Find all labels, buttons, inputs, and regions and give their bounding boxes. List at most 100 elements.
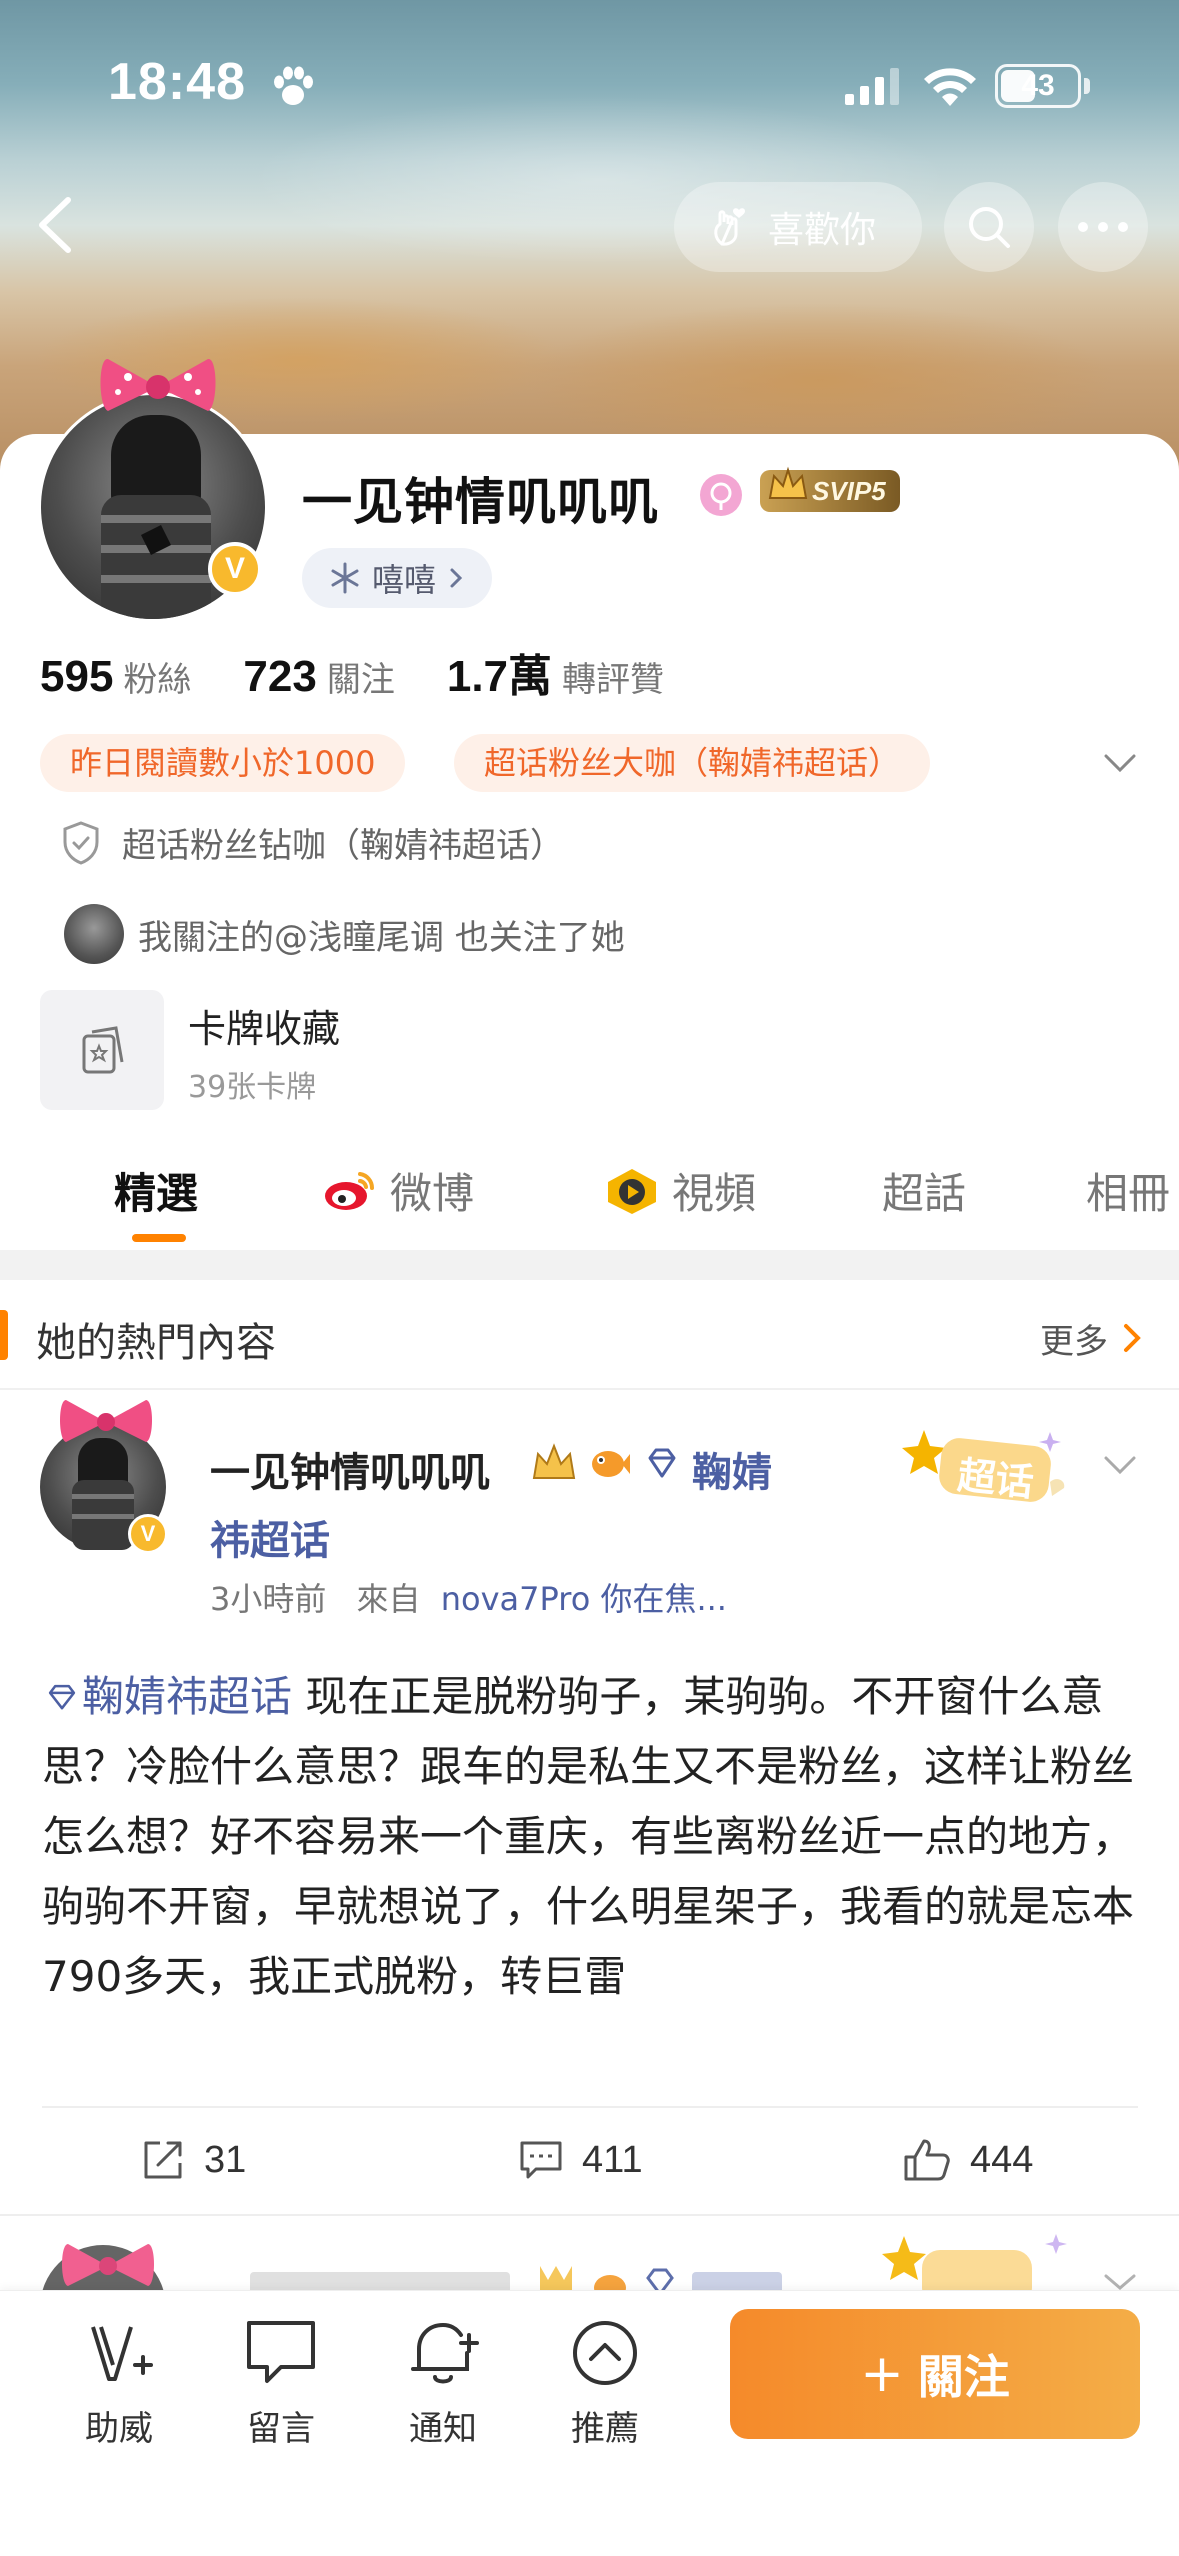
card-icon xyxy=(82,1026,124,1074)
chevron-right-icon[interactable] xyxy=(1120,1320,1144,1356)
profile-tag[interactable]: 嘻嘻 xyxy=(302,548,493,608)
like-count: 444 xyxy=(970,2138,1034,2181)
bell-icon xyxy=(411,2322,479,2384)
notify-button[interactable]: 通知 xyxy=(388,2313,498,2450)
member-badge-icon[interactable] xyxy=(700,474,742,516)
chevron-right-icon xyxy=(450,568,463,588)
bow-icon xyxy=(60,1400,152,1442)
tab-album[interactable]: 相冊 xyxy=(1086,1160,1170,1221)
follow-button[interactable]: + 關注 xyxy=(730,2309,1140,2439)
tab-featured-label: 精選 xyxy=(114,1169,199,1218)
post-actions: 31 411 444 xyxy=(0,2120,1179,2200)
post-body-topic[interactable]: 鞠婧祎超话 xyxy=(82,1672,292,1721)
mutual-follow-text: 我關注的@浅瞳尾调 也关注了她 xyxy=(138,917,625,958)
more-link[interactable]: 更多 xyxy=(1040,1314,1108,1363)
recommend-button[interactable]: 推薦 xyxy=(550,2313,660,2450)
like-you-label: 喜歡你 xyxy=(768,210,877,251)
section-divider xyxy=(0,1250,1179,1280)
divider xyxy=(42,2106,1138,2108)
post-time: 3小時前 xyxy=(210,1580,327,1618)
interactions-label[interactable]: 轉評贊 xyxy=(562,652,664,701)
post-topic-link-continued[interactable]: 祎超话 xyxy=(210,1508,330,1566)
battery-nub xyxy=(1084,78,1090,94)
wifi-icon xyxy=(924,68,976,106)
post-author-name[interactable]: 一见钟情叽叽叽 xyxy=(210,1440,490,1498)
interactions-count[interactable]: 1.7萬 xyxy=(447,640,552,704)
heart-hand-icon xyxy=(714,208,745,246)
cheer-button[interactable]: 助威 xyxy=(64,2313,174,2450)
tab-active-indicator xyxy=(132,1234,186,1242)
followers-count[interactable]: 595 xyxy=(40,652,113,702)
following-count[interactable]: 723 xyxy=(243,652,316,702)
avatar xyxy=(64,904,124,964)
verified-badge-icon: V xyxy=(208,542,262,596)
tab-featured[interactable]: 精選 xyxy=(114,1160,198,1221)
more-dots-icon xyxy=(1078,222,1128,232)
post-author-badges xyxy=(530,1442,682,1486)
status-bar: 18:48 43 xyxy=(0,0,1179,150)
back-icon[interactable] xyxy=(24,190,84,260)
chevron-down-icon[interactable] xyxy=(1100,1450,1140,1480)
verified-badge-icon: V xyxy=(128,1514,168,1554)
chat-bubble-icon xyxy=(247,2321,315,2383)
tab-video[interactable]: 視頻 xyxy=(604,1160,756,1221)
super-fan-text: 超话粉丝钻咖（鞠婧祎超话） xyxy=(122,826,564,866)
followers-label[interactable]: 粉絲 xyxy=(123,652,191,701)
section-title: 她的熱門內容 xyxy=(36,1320,276,1366)
post-from-label: 來自 xyxy=(356,1580,421,1618)
section-accent-bar xyxy=(0,1310,8,1360)
chevron-up-circle-icon xyxy=(573,2321,637,2385)
tab-weibo[interactable]: 微博 xyxy=(322,1160,474,1221)
fish-icon xyxy=(592,1451,630,1477)
following-label[interactable]: 關注 xyxy=(327,652,395,701)
supertopic-sticker-label: 超话 xyxy=(955,1453,1036,1505)
bow-icon xyxy=(100,358,216,411)
card-collection-thumbnail[interactable] xyxy=(40,990,164,1110)
paw-icon xyxy=(274,66,313,105)
cheer-label: 助威 xyxy=(85,2409,153,2449)
home-indicator xyxy=(420,2523,760,2533)
svip-badge[interactable]: SVIP5 xyxy=(760,466,900,512)
super-fan-line[interactable]: 超话粉丝钻咖（鞠婧祎超话） xyxy=(60,818,564,867)
chevron-down-icon[interactable] xyxy=(1100,748,1140,778)
like-you-button[interactable]: 喜歡你 xyxy=(674,182,922,272)
search-button[interactable] xyxy=(944,182,1034,272)
superfan-badge[interactable]: 超话粉丝大咖（鞠婧祎超话） xyxy=(454,734,931,792)
repost-button[interactable]: 31 xyxy=(140,2120,246,2200)
signal-icon xyxy=(845,68,899,105)
next-post-preview[interactable] xyxy=(0,2216,1179,2296)
message-button[interactable]: 留言 xyxy=(226,2313,336,2450)
profile-name: 一见钟情叽叽叽 xyxy=(302,473,659,531)
more-button[interactable] xyxy=(1058,182,1148,272)
profile-tag-label: 嘻嘻 xyxy=(372,561,437,599)
cheer-icon xyxy=(91,2326,153,2381)
repost-count: 31 xyxy=(204,2138,247,2181)
tab-video-label: 視頻 xyxy=(672,1169,757,1218)
card-collection-title[interactable]: 卡牌收藏 xyxy=(188,998,340,1053)
diamond-icon xyxy=(648,1448,676,1478)
tab-album-label: 相冊 xyxy=(1086,1169,1171,1218)
reading-badge[interactable]: 昨日閱讀數小於1000 xyxy=(40,734,406,792)
lollipop-icon xyxy=(710,482,732,510)
snowflake-icon xyxy=(331,562,359,594)
supertopic-sticker: 超话 xyxy=(900,1420,1080,1510)
video-icon xyxy=(608,1168,656,1214)
post-author-avatar[interactable]: V xyxy=(40,1400,168,1554)
comment-icon xyxy=(520,2141,562,2179)
post-topic-link[interactable]: 鞠婧 xyxy=(692,1440,772,1498)
share-icon xyxy=(144,2141,182,2179)
shield-icon xyxy=(63,820,99,865)
tab-supertopic[interactable]: 超話 xyxy=(882,1160,966,1221)
battery-level: 43 xyxy=(1021,69,1055,102)
profile-stats: 595 粉絲 723 關注 1.7萬 轉評贊 xyxy=(40,640,716,704)
profile-avatar[interactable]: V xyxy=(38,358,268,622)
post-body[interactable]: 鞠婧祎超话 现在正是脱粉驹子，某驹驹。不开窗什么意思？冷脸什么意思？跟车的是私生… xyxy=(42,1662,1142,2012)
mutual-follow-line[interactable]: 我關注的@浅瞳尾调 也关注了她 xyxy=(64,904,625,964)
comment-button[interactable]: 411 xyxy=(518,2120,643,2200)
post-source[interactable]: nova7Pro 你在焦... xyxy=(441,1580,727,1618)
tab-weibo-label: 微博 xyxy=(390,1169,475,1218)
hot-content-header: 她的熱門內容 更多 xyxy=(0,1280,1179,1390)
thumbs-up-icon xyxy=(904,2139,950,2181)
comment-count: 411 xyxy=(582,2138,643,2181)
like-button[interactable]: 444 xyxy=(902,2120,1033,2200)
